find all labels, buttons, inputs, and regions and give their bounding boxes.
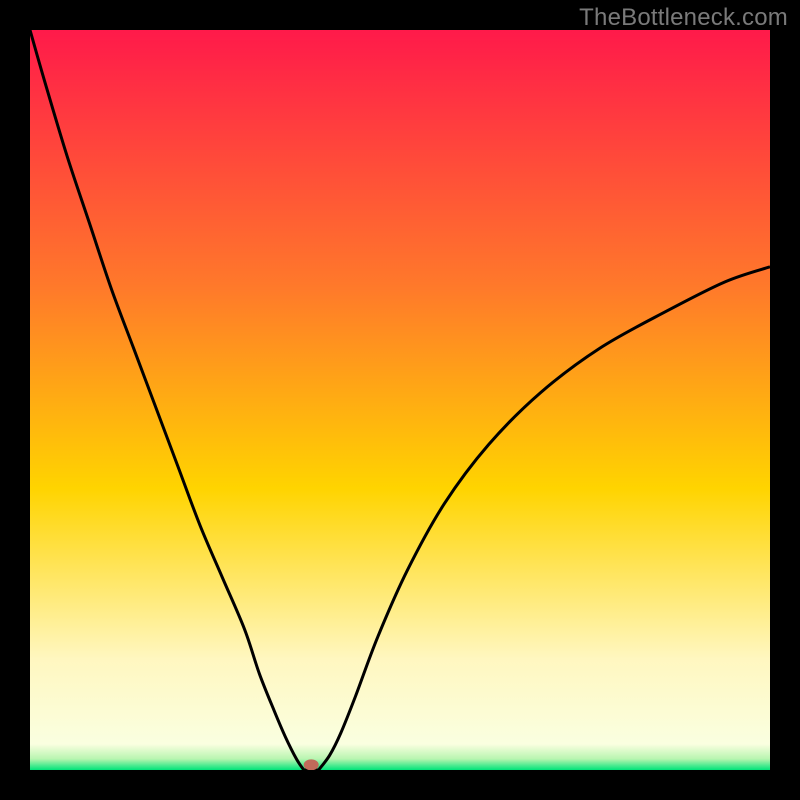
chart-svg xyxy=(30,30,770,770)
watermark-text: TheBottleneck.com xyxy=(579,4,788,32)
optimal-point-marker xyxy=(304,760,318,770)
chart-frame: TheBottleneck.com xyxy=(0,0,800,800)
plot-area xyxy=(30,30,770,770)
gradient-background xyxy=(30,30,770,770)
